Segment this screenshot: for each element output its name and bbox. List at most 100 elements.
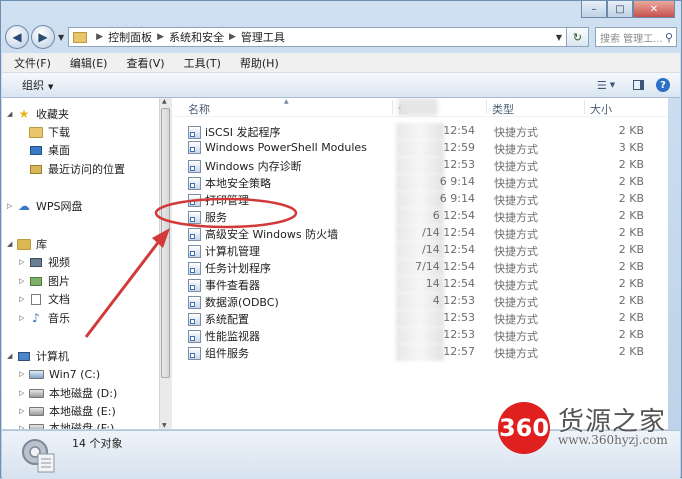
refresh-button[interactable]: ↻: [567, 27, 589, 47]
minimize-button[interactable]: –: [581, 1, 607, 18]
preview-pane-icon[interactable]: [628, 76, 648, 94]
table-row[interactable]: 高级安全 Windows 防火墙/14 12:54 快捷方式 2 KB: [172, 225, 668, 242]
file-name[interactable]: 服务: [188, 209, 227, 225]
table-row[interactable]: 性能监视器 12:53 快捷方式 2 KB: [172, 327, 668, 344]
file-name[interactable]: 系统配置: [188, 311, 249, 327]
file-date: /14 12:54: [422, 243, 475, 256]
file-date: 6 12:54: [432, 209, 475, 222]
table-row[interactable]: Windows 内存诊断 12:53 快捷方式 2 KB: [172, 157, 668, 174]
file-name[interactable]: Windows 内存诊断: [188, 158, 302, 174]
recent-pages-dropdown[interactable]: ▼: [58, 33, 64, 42]
expand-icon[interactable]: ▷: [19, 258, 29, 266]
file-name[interactable]: 打印管理: [188, 192, 249, 208]
navigation-scrollbar[interactable]: ▲ ▼: [159, 98, 172, 429]
menu-file[interactable]: 文件(F): [2, 55, 58, 71]
file-name[interactable]: 本地安全策略: [188, 175, 271, 191]
shortcut-icon: [188, 261, 201, 275]
file-name[interactable]: Windows PowerShell Modules: [188, 141, 367, 154]
column-name[interactable]: 名称: [188, 101, 210, 117]
table-row[interactable]: 系统配置 12:53 快捷方式 2 KB: [172, 310, 668, 327]
file-size: 2 KB: [618, 260, 644, 273]
address-bar[interactable]: ▶ 控制面板 ▶ 系统和安全 ▶ 管理工具 ▼: [68, 27, 567, 47]
expand-icon[interactable]: ▷: [19, 370, 29, 378]
menu-tools[interactable]: 工具(T): [172, 55, 228, 71]
breadcrumb-control-panel[interactable]: 控制面板: [108, 29, 152, 45]
table-row[interactable]: 数据源(ODBC) 4 12:53 快捷方式 2 KB: [172, 293, 668, 310]
music-icon: ♪: [32, 311, 40, 325]
table-row[interactable]: 事件查看器 14 12:54 快捷方式 2 KB: [172, 276, 668, 293]
expand-icon[interactable]: ▷: [19, 424, 29, 429]
document-icon: [29, 293, 43, 305]
tree-drive-d[interactable]: ▷ 本地磁盘 (D:): [19, 385, 117, 401]
tree-documents[interactable]: ▷ 文档: [19, 291, 70, 307]
tree-downloads[interactable]: 下载: [29, 124, 70, 140]
expand-icon[interactable]: ▷: [19, 295, 29, 303]
file-name[interactable]: 计算机管理: [188, 243, 260, 259]
breadcrumb-separator[interactable]: ▶: [157, 32, 164, 42]
scrollbar-thumb[interactable]: [161, 108, 170, 378]
file-name[interactable]: 数据源(ODBC): [188, 294, 279, 310]
back-button[interactable]: ◀: [5, 25, 29, 49]
file-name[interactable]: 高级安全 Windows 防火墙: [188, 226, 338, 242]
tree-drive-e[interactable]: ▷ 本地磁盘 (E:): [19, 403, 116, 419]
file-type: 快捷方式: [494, 347, 538, 360]
tree-wps[interactable]: ▷ ☁ WPS网盘: [7, 198, 83, 214]
column-type[interactable]: 类型: [492, 101, 514, 117]
expand-icon[interactable]: ◢: [7, 110, 17, 118]
breadcrumb-admin-tools[interactable]: 管理工具: [241, 29, 285, 45]
close-button[interactable]: ✕: [633, 1, 675, 18]
expand-icon[interactable]: ◢: [7, 240, 17, 248]
expand-icon[interactable]: ▷: [19, 314, 29, 322]
view-options-icon[interactable]: ☰ ▼: [596, 76, 616, 94]
breadcrumb-system-security[interactable]: 系统和安全: [169, 29, 224, 45]
help-icon[interactable]: ?: [656, 78, 670, 92]
shortcut-icon: [188, 295, 201, 309]
expand-icon[interactable]: ▷: [19, 389, 29, 397]
file-name[interactable]: 事件查看器: [188, 277, 260, 293]
organize-button[interactable]: 组织 ▼: [2, 77, 53, 93]
tree-pictures[interactable]: ▷ 图片: [19, 273, 70, 289]
expand-icon[interactable]: ◢: [7, 352, 17, 360]
tree-videos[interactable]: ▷ 视频: [19, 254, 70, 270]
expand-icon[interactable]: ▷: [19, 277, 29, 285]
menu-view[interactable]: 查看(V): [114, 55, 171, 71]
menu-edit[interactable]: 编辑(E): [58, 55, 115, 71]
tree-computer[interactable]: ◢ 计算机: [7, 348, 69, 364]
caption-buttons: – □ ✕: [581, 1, 675, 19]
table-row[interactable]: 计算机管理/14 12:54 快捷方式 2 KB: [172, 242, 668, 259]
file-name[interactable]: iSCSI 发起程序: [188, 124, 280, 140]
table-row[interactable]: 打印管理 6 9:14 快捷方式 2 KB: [172, 191, 668, 208]
file-name[interactable]: 性能监视器: [188, 328, 260, 344]
tree-label: 图片: [48, 275, 70, 288]
expand-icon[interactable]: ▷: [7, 202, 17, 210]
search-input[interactable]: 搜索 管理工... ⚲: [595, 27, 677, 47]
address-dropdown-icon[interactable]: ▼: [552, 33, 566, 42]
table-row[interactable]: Windows PowerShell Modules 12:59 快捷方式 3 KB: [172, 140, 668, 157]
table-row[interactable]: 任务计划程序 7/14 12:54 快捷方式 2 KB: [172, 259, 668, 276]
file-name[interactable]: 组件服务: [188, 345, 249, 361]
file-name[interactable]: 任务计划程序: [188, 260, 271, 276]
tree-recent[interactable]: 最近访问的位置: [29, 161, 125, 177]
column-size[interactable]: 大小: [590, 101, 612, 117]
tree-music[interactable]: ▷ ♪ 音乐: [19, 310, 70, 326]
table-row[interactable]: 本地安全策略 6 9:14 快捷方式 2 KB: [172, 174, 668, 191]
table-row[interactable]: iSCSI 发起程序 12:54 快捷方式 2 KB: [172, 123, 668, 140]
table-row[interactable]: 服务 6 12:54 快捷方式 2 KB: [172, 208, 668, 225]
shortcut-icon: [188, 312, 201, 326]
tree-library[interactable]: ◢ 库: [7, 236, 47, 252]
tree-drive-f[interactable]: ▷ 本地磁盘 (F:): [19, 420, 114, 429]
table-row[interactable]: 组件服务 12:57 快捷方式 2 KB: [172, 344, 668, 361]
breadcrumb-separator[interactable]: ▶: [96, 32, 103, 42]
scroll-down-icon[interactable]: ▼: [162, 422, 167, 429]
breadcrumb-separator[interactable]: ▶: [229, 32, 236, 42]
menu-help[interactable]: 帮助(H): [228, 55, 286, 71]
tree-favorites[interactable]: ◢ ★ 收藏夹: [7, 106, 69, 122]
expand-icon[interactable]: ▷: [19, 407, 29, 415]
forward-button[interactable]: ▶: [31, 25, 55, 49]
scroll-up-icon[interactable]: ▲: [162, 98, 167, 105]
maximize-button[interactable]: □: [607, 1, 633, 18]
file-type: 快捷方式: [494, 211, 538, 224]
tree-desktop[interactable]: 桌面: [29, 142, 70, 158]
tree-drive-c[interactable]: ▷ Win7 (C:): [19, 366, 100, 382]
column-header: ▲ 名称 修 类型 大小: [172, 98, 668, 117]
